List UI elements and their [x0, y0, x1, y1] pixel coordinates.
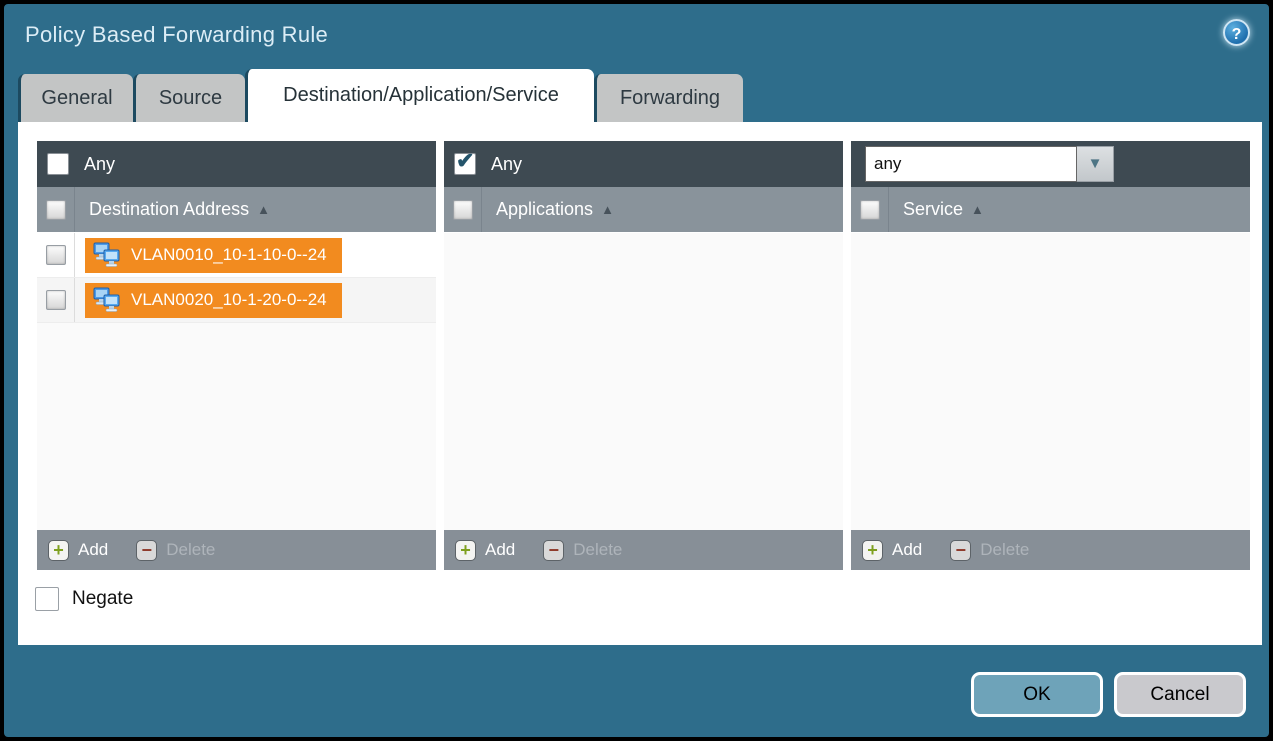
service-column: any ▼ Service ▲ + Add −: [851, 141, 1250, 570]
network-icon: [92, 287, 122, 313]
row-checkbox[interactable]: [46, 290, 66, 310]
address-label: VLAN0020_10-1-20-0--24: [131, 290, 327, 310]
dialog-title: Policy Based Forwarding Rule: [25, 22, 328, 48]
checkmark-icon: ✔: [456, 148, 474, 174]
destination-select-all-checkbox[interactable]: [46, 200, 66, 220]
add-button[interactable]: + Add: [862, 540, 922, 561]
destination-any-checkbox[interactable]: [47, 153, 69, 175]
dialog-frame: Policy Based Forwarding Rule ? General S…: [0, 0, 1273, 741]
applications-toolbar: + Add − Delete: [444, 530, 843, 570]
sort-asc-icon[interactable]: ▲: [971, 202, 984, 217]
tab-general[interactable]: General: [18, 74, 133, 122]
row-checkbox[interactable]: [46, 245, 66, 265]
service-list: [851, 233, 1250, 530]
add-button[interactable]: + Add: [48, 540, 108, 561]
ok-button[interactable]: OK: [971, 672, 1103, 717]
applications-column: ✔ Any Applications ▲ + Add − Dele: [444, 141, 843, 570]
service-select-all-checkbox[interactable]: [860, 200, 880, 220]
service-type-dropdown[interactable]: any ▼: [865, 146, 1114, 182]
applications-select-all-checkbox[interactable]: [453, 200, 473, 220]
destination-header-label[interactable]: Destination Address: [89, 199, 249, 220]
address-object-vlan0010[interactable]: VLAN0010_10-1-10-0--24: [85, 238, 342, 273]
sort-asc-icon[interactable]: ▲: [257, 202, 270, 217]
address-label: VLAN0010_10-1-10-0--24: [131, 245, 327, 265]
applications-any-checkbox[interactable]: ✔: [454, 153, 476, 175]
service-type-value[interactable]: any: [865, 146, 1077, 182]
service-dropdown-bar: any ▼: [851, 141, 1250, 187]
service-toolbar: + Add − Delete: [851, 530, 1250, 570]
delete-button[interactable]: − Delete: [543, 540, 622, 561]
negate-row: Negate: [35, 587, 133, 611]
applications-header-label[interactable]: Applications: [496, 199, 593, 220]
title-bar: Policy Based Forwarding Rule ?: [4, 4, 1269, 68]
delete-icon: −: [950, 540, 971, 561]
destination-list: VLAN0010_10-1-10-0--24: [37, 233, 436, 530]
cancel-button[interactable]: Cancel: [1114, 672, 1246, 717]
network-icon: [92, 242, 122, 268]
destination-any-label: Any: [84, 154, 115, 175]
service-header-label[interactable]: Service: [903, 199, 963, 220]
tab-forwarding[interactable]: Forwarding: [594, 74, 743, 122]
add-icon: +: [48, 540, 69, 561]
sort-asc-icon[interactable]: ▲: [601, 202, 614, 217]
table-row: VLAN0010_10-1-10-0--24: [37, 233, 436, 278]
columns: Any Destination Address ▲: [37, 141, 1250, 570]
negate-label: Negate: [72, 588, 133, 610]
applications-column-header: Applications ▲: [444, 187, 843, 233]
add-button[interactable]: + Add: [455, 540, 515, 561]
add-icon: +: [862, 540, 883, 561]
table-row: VLAN0020_10-1-20-0--24: [37, 278, 436, 323]
delete-icon: −: [543, 540, 564, 561]
destination-column-header: Destination Address ▲: [37, 187, 436, 233]
help-icon[interactable]: ?: [1223, 19, 1250, 46]
service-column-header: Service ▲: [851, 187, 1250, 233]
applications-any-label: Any: [491, 154, 522, 175]
negate-checkbox[interactable]: [35, 587, 59, 611]
tab-destination-application-service[interactable]: Destination/Application/Service: [245, 69, 594, 122]
destination-any-bar: Any: [37, 141, 436, 187]
destination-toolbar: + Add − Delete: [37, 530, 436, 570]
delete-icon: −: [136, 540, 157, 561]
address-object-vlan0020[interactable]: VLAN0020_10-1-20-0--24: [85, 283, 342, 318]
applications-list: [444, 233, 843, 530]
chevron-down-icon[interactable]: ▼: [1077, 146, 1114, 182]
tab-bar: General Source Destination/Application/S…: [18, 74, 743, 122]
delete-button[interactable]: − Delete: [950, 540, 1029, 561]
tab-source[interactable]: Source: [133, 74, 245, 122]
tab-content: Any Destination Address ▲: [18, 122, 1262, 645]
add-icon: +: [455, 540, 476, 561]
applications-any-bar: ✔ Any: [444, 141, 843, 187]
delete-button[interactable]: − Delete: [136, 540, 215, 561]
destination-address-column: Any Destination Address ▲: [37, 141, 436, 570]
